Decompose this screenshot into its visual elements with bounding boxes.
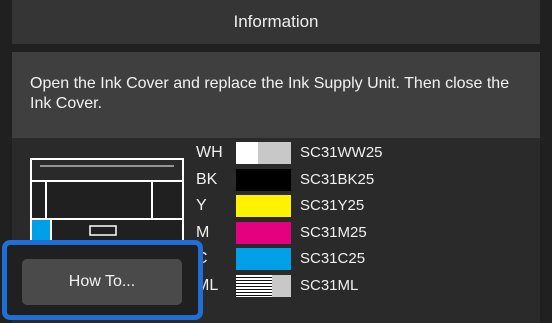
ink-row: WH SC31WW25 <box>196 141 396 165</box>
ink-code: M <box>196 223 210 241</box>
ink-level-fill <box>236 168 291 191</box>
ink-level-bar <box>236 248 291 270</box>
ink-level-fill <box>236 274 272 297</box>
ink-product-name: SC31ML <box>300 276 359 294</box>
ink-row: M SC31M25 <box>196 221 396 245</box>
ink-level-bar <box>236 221 291 244</box>
ink-product-name: SC31WW25 <box>300 144 383 161</box>
ink-level-fill <box>236 195 291 217</box>
how-to-button[interactable]: How To... <box>22 259 182 305</box>
ink-code: BK <box>196 170 218 188</box>
ink-level-bar <box>236 168 291 191</box>
ink-level-fill <box>236 221 291 244</box>
ink-code: WH <box>196 144 223 161</box>
ink-product-name: SC31Y25 <box>300 197 365 214</box>
ink-level-bar <box>236 195 291 217</box>
ink-product-name: SC31BK25 <box>300 170 375 188</box>
ink-row: ML SC31ML <box>196 274 396 298</box>
ink-row: BK SC31BK25 <box>196 168 396 192</box>
ink-level-bar <box>236 142 291 164</box>
ink-level-bar <box>236 274 291 297</box>
ink-level-fill <box>236 248 291 270</box>
ink-code: Y <box>196 197 207 214</box>
ink-level-fill <box>236 142 258 164</box>
page-title: Information <box>233 12 319 31</box>
ink-row: CSC31C25 <box>196 247 396 271</box>
ink-product-name: SC31C25 <box>300 250 366 267</box>
ink-product-name: SC31M25 <box>300 223 367 241</box>
ink-row: Y SC31Y25 <box>196 194 396 218</box>
message-panel: Open the Ink Cover and replace the Ink S… <box>12 52 540 138</box>
instruction-message: Open the Ink Cover and replace the Ink S… <box>30 75 510 112</box>
title-bar: Information <box>12 0 540 44</box>
